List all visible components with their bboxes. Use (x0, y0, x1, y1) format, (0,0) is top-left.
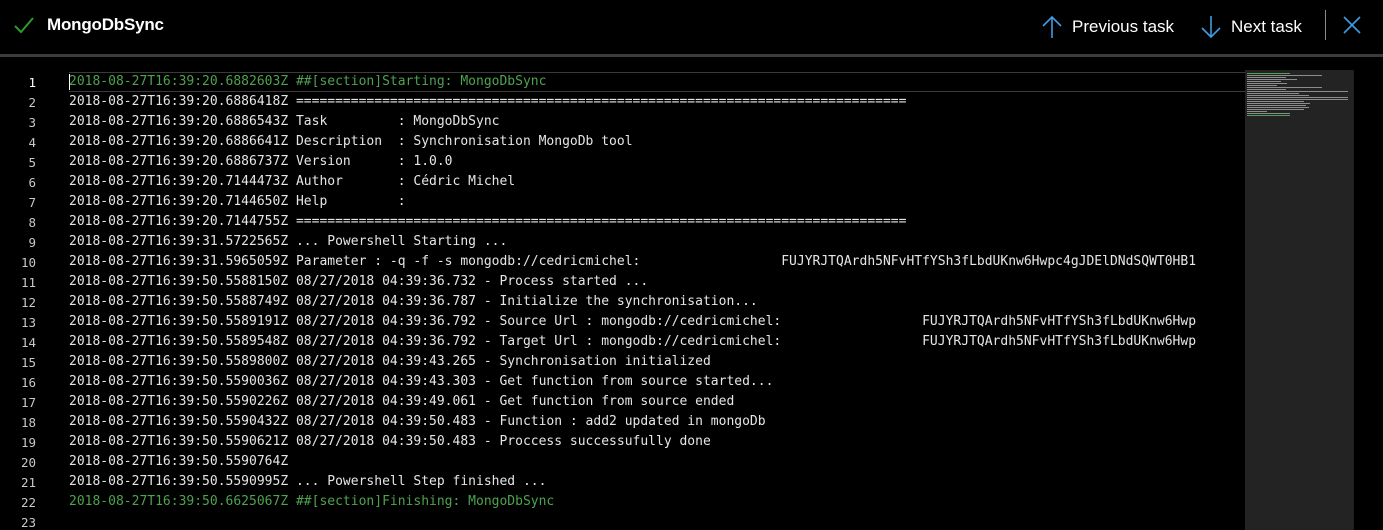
minimap-line (1247, 79, 1297, 80)
arrow-up-icon (1042, 15, 1062, 38)
log-line: 2018-08-27T16:39:20.6886641Z Description… (69, 134, 633, 149)
line-number: 2 (28, 95, 36, 110)
log-line: 2018-08-27T16:39:20.7144755Z ===========… (69, 214, 907, 229)
check-icon (14, 17, 34, 34)
log-line: 2018-08-27T16:39:50.5588749Z 08/27/2018 … (69, 294, 758, 309)
close-icon[interactable] (1340, 13, 1364, 37)
minimap-line (1247, 115, 1290, 116)
log-line: 2018-08-27T16:39:50.5589800Z 08/27/2018 … (69, 354, 711, 369)
next-task-button[interactable]: Next task (1200, 12, 1302, 42)
log-line: 2018-08-27T16:39:20.7144473Z Author : Cé… (69, 174, 516, 189)
minimap-line (1247, 75, 1322, 76)
previous-task-button[interactable]: Previous task (1041, 12, 1174, 42)
minimap-line (1247, 95, 1309, 96)
minimap-line (1247, 77, 1286, 78)
log-line: 2018-08-27T16:39:50.5588150Z 08/27/2018 … (69, 274, 649, 289)
minimap-line (1247, 111, 1267, 112)
log-line: 2018-08-27T16:39:50.5589191Z 08/27/2018 … (69, 314, 1197, 329)
log-line: 2018-08-27T16:39:50.5590226Z 08/27/2018 … (69, 394, 735, 409)
log-line: 2018-08-27T16:39:31.5965059Z Parameter :… (69, 254, 1197, 269)
line-number: 13 (20, 315, 36, 330)
line-number: 4 (28, 135, 36, 150)
previous-task-label: Previous task (1072, 17, 1175, 36)
minimap-line (1247, 107, 1309, 108)
minimap-line (1247, 93, 1299, 94)
line-number: 14 (20, 335, 36, 350)
minimap-line (1247, 91, 1348, 92)
line-number: 1 (28, 75, 36, 90)
line-number: 17 (20, 395, 36, 410)
line-number: 9 (28, 235, 36, 250)
arrow-down-icon (1201, 16, 1221, 39)
log-editor[interactable]: 1 2 3 4 5 6 7 8 9 10 11 12 13 14 15 16 17 18 19 20 21 22 23 20… (0, 70, 1383, 530)
minimap-line (1247, 73, 1290, 74)
line-number: 8 (28, 215, 36, 230)
line-number: 5 (28, 155, 36, 170)
log-content[interactable]: 2018-08-27T16:39:20.6882603Z ##[section]… (69, 70, 1245, 530)
line-number: 16 (20, 375, 36, 390)
log-line: 2018-08-27T16:39:50.5589548Z 08/27/2018 … (69, 334, 1197, 349)
line-number: 22 (20, 495, 36, 510)
log-line: 2018-08-27T16:39:50.5590432Z 08/27/2018 … (69, 414, 766, 429)
minimap-line (1247, 81, 1281, 82)
minimap-line (1247, 89, 1286, 90)
log-line: 2018-08-27T16:39:20.6886418Z ===========… (69, 94, 907, 109)
task-title: MongoDbSync (47, 15, 164, 34)
line-number: 12 (20, 295, 36, 310)
minimap-line (1247, 83, 1287, 84)
log-line: 2018-08-27T16:39:50.5590764Z (69, 454, 289, 469)
line-number: 15 (20, 355, 36, 370)
minimap-line (1247, 113, 1290, 114)
log-line: 2018-08-27T16:39:20.6882603Z ##[section]… (69, 74, 547, 89)
line-number: 21 (20, 475, 36, 490)
header-rule (0, 54, 1383, 57)
line-number: 3 (28, 115, 36, 130)
line-number: 11 (20, 275, 36, 290)
minimap-line (1247, 85, 1277, 86)
minimap-slider[interactable] (1245, 70, 1353, 530)
minimap-line (1247, 87, 1322, 88)
line-number: 6 (28, 175, 36, 190)
line-number: 20 (20, 455, 36, 470)
log-line: 2018-08-27T16:39:20.6886737Z Version : 1… (69, 154, 453, 169)
log-line: 2018-08-27T16:39:50.5590036Z 08/27/2018 … (69, 374, 774, 389)
line-number: 23 (20, 515, 36, 530)
line-number: 7 (28, 195, 36, 210)
log-line: 2018-08-27T16:39:50.5590995Z ... Powersh… (69, 474, 547, 489)
line-number: 10 (20, 255, 36, 270)
vertical-scrollbar[interactable] (1353, 70, 1368, 530)
log-line: 2018-08-27T16:39:50.6625067Z ##[section]… (69, 494, 555, 509)
minimap-line (1247, 109, 1304, 110)
log-line: 2018-08-27T16:39:20.6886543Z Task : Mong… (69, 114, 500, 129)
log-line: 2018-08-27T16:39:50.5590621Z 08/27/2018 … (69, 434, 711, 449)
minimap-line (1247, 103, 1310, 104)
line-number: 18 (20, 415, 36, 430)
line-number: 19 (20, 435, 36, 450)
log-line: 2018-08-27T16:39:20.7144650Z Help : (69, 194, 406, 209)
header-divider (1325, 10, 1326, 40)
minimap-line (1247, 101, 1304, 102)
next-task-label: Next task (1231, 17, 1302, 36)
log-header: MongoDbSync Previous task Next task (0, 0, 1383, 54)
minimap-line (1247, 97, 1348, 98)
minimap-line (1247, 105, 1306, 106)
log-line: 2018-08-27T16:39:31.5722565Z ... Powersh… (69, 234, 508, 249)
line-number-gutter: 1 2 3 4 5 6 7 8 9 10 11 12 13 14 15 16 17 18 19 20 21 22 23 (0, 70, 66, 530)
minimap-line (1247, 99, 1348, 100)
minimap[interactable] (1245, 70, 1353, 530)
